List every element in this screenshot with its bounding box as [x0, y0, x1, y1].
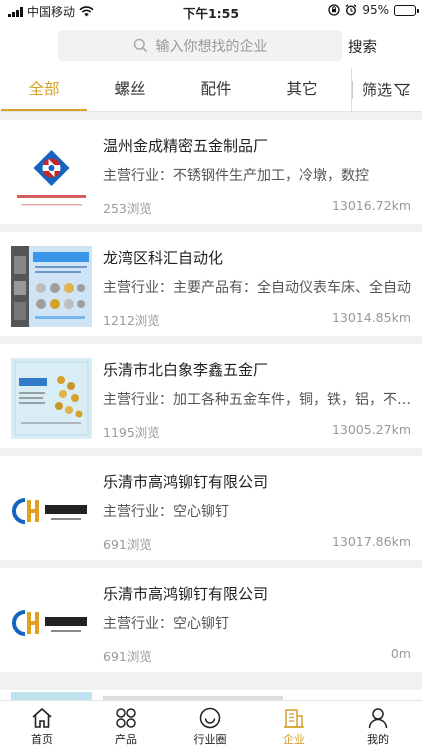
company-card-partial[interactable]: [0, 690, 422, 700]
company-industry: 主营行业：加工各种五金车件，铜，铁，铝，不锈钢: [103, 392, 411, 408]
view-count: 253浏览: [103, 201, 152, 216]
orientation-lock-icon: [328, 4, 340, 16]
search-placeholder: 输入你想找的企业: [155, 38, 268, 55]
status-bar: 中国移动 下午1:55 95%: [0, 0, 422, 22]
nav-industry-circle[interactable]: 行业圈: [168, 705, 252, 747]
view-count: 1212浏览: [103, 313, 160, 328]
company-card[interactable]: 乐清市高鸿铆钉有限公司 主营行业：空心铆钉 691浏览 0m: [0, 568, 422, 672]
company-industry: 主营行业：主要产品有：全自动仪表车床、全自动: [103, 280, 411, 296]
tab-other[interactable]: 其它: [259, 68, 345, 112]
bottom-nav: 首页 产品 行业圈 企业 我的: [0, 700, 422, 750]
tab-all[interactable]: 全部: [1, 68, 87, 112]
nav-products[interactable]: 产品: [84, 705, 168, 747]
company-name: 龙湾区科汇自动化: [103, 249, 224, 267]
distance: 13016.72km: [331, 198, 411, 213]
tab-screws[interactable]: 螺丝: [87, 68, 173, 112]
tab-accessories[interactable]: 配件: [173, 68, 259, 112]
distance: 0m: [390, 646, 411, 661]
nav-home-label: 首页: [31, 733, 53, 746]
search-icon: [133, 38, 147, 53]
company-industry: 主营行业：不锈钢件生产加工，冷墩，数控: [103, 168, 369, 184]
company-name: 乐清市北白象李鑫五金厂: [103, 361, 269, 379]
company-card[interactable]: 乐清市高鸿铆钉有限公司 主营行业：空心铆钉 691浏览 13017.86km: [0, 456, 422, 560]
nav-industry-label: 行业圈: [193, 733, 227, 746]
home-icon: [32, 707, 52, 728]
search-input[interactable]: 输入你想找的企业: [58, 30, 342, 61]
view-count: 691浏览: [103, 537, 152, 552]
filter-icon: [394, 83, 411, 97]
company-card[interactable]: 龙湾区科汇自动化 主营行业：主要产品有：全自动仪表车床、全自动 1212浏览 1…: [0, 232, 422, 336]
nav-products-label: 产品: [115, 733, 137, 746]
user-icon: [368, 708, 388, 729]
battery-percent: 95%: [362, 3, 389, 17]
company-industry: 主营行业：空心铆钉: [103, 616, 229, 632]
company-name: 乐清市高鸿铆钉有限公司: [103, 473, 269, 491]
company-industry: 主营行业：空心铆钉: [103, 504, 229, 520]
search-button[interactable]: 搜索: [348, 36, 377, 57]
company-logo: [11, 358, 92, 439]
category-tabs: 全部 螺丝 配件 其它 筛选: [0, 68, 422, 112]
company-logo: [11, 582, 92, 663]
company-card[interactable]: 温州金成精密五金制品厂 主营行业：不锈钢件生产加工，冷墩，数控 253浏览 13…: [0, 120, 422, 224]
filter-button[interactable]: 筛选: [351, 68, 411, 112]
nav-profile-label: 我的: [367, 733, 389, 746]
nav-home[interactable]: 首页: [0, 705, 84, 747]
company-card[interactable]: 乐清市北白象李鑫五金厂 主营行业：加工各种五金车件，铜，铁，铝，不锈钢 1195…: [0, 344, 422, 448]
nav-enterprise-label: 企业: [283, 733, 305, 746]
distance: 13014.85km: [331, 310, 411, 325]
company-logo: [11, 470, 92, 551]
view-count: 1195浏览: [103, 425, 160, 440]
company-logo: [11, 246, 92, 327]
company-logo: [11, 692, 92, 700]
nav-profile[interactable]: 我的: [336, 705, 420, 747]
company-name: 乐清市高鸿铆钉有限公司: [103, 585, 269, 603]
distance: 13005.27km: [331, 422, 411, 437]
grid-icon: [116, 708, 136, 728]
filter-label: 筛选: [362, 81, 393, 99]
battery-icon: [394, 4, 419, 16]
company-name: 温州金成精密五金制品厂: [103, 137, 269, 155]
search-bar: 输入你想找的企业 搜索: [0, 22, 422, 68]
company-logo: [11, 134, 92, 215]
building-icon: [284, 709, 304, 728]
circle-face-icon: [199, 707, 221, 729]
alarm-icon: [345, 4, 357, 16]
nav-enterprise[interactable]: 企业: [252, 705, 336, 747]
distance: 13017.86km: [331, 534, 411, 549]
view-count: 691浏览: [103, 649, 152, 664]
